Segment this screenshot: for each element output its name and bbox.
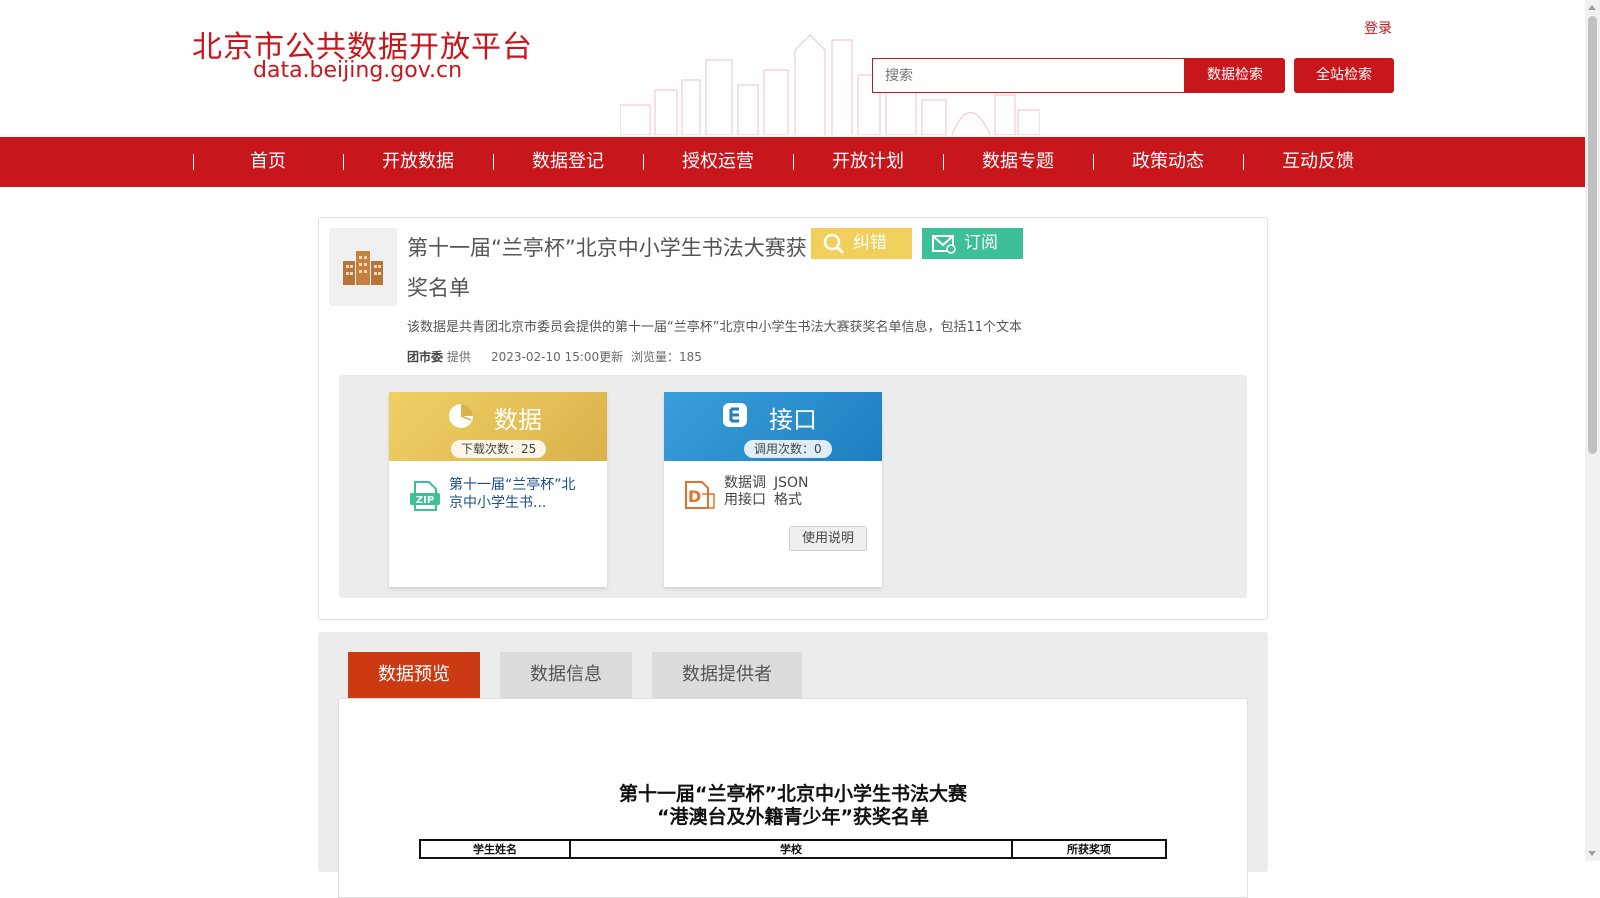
data-file-link[interactable]: 第十一届“兰亭杯”北京中小学生书... xyxy=(449,476,579,512)
subscribe-button[interactable]: 订阅 xyxy=(922,228,1023,259)
nav-item-data-topics[interactable]: 数据专题 xyxy=(943,137,1093,187)
api-format: JSON 格式 xyxy=(774,475,809,509)
mail-icon xyxy=(932,235,956,254)
tab-data-provider[interactable]: 数据提供者 xyxy=(652,652,802,698)
preview-table: 学生姓名 学校 所获奖项 xyxy=(419,839,1167,859)
buildings-icon xyxy=(343,251,383,285)
resources-area: 数据 下载次数：25 ZIP 第十一届“兰亭杯”北京中小学生书... 接口 调用… xyxy=(339,375,1247,598)
provider-suffix: 提供 xyxy=(446,350,471,364)
site-header: 北京市公共数据开放平台 data.beijing.gov.cn 登录 数据检索 … xyxy=(0,0,1585,135)
dataset-updated: 2023-02-10 15:00更新 xyxy=(491,350,624,364)
column-header-award: 所获奖项 xyxy=(1011,839,1167,859)
api-panel-header: 接口 调用次数：0 xyxy=(664,392,882,461)
main-nav: 首页 开放数据 数据登记 授权运营 开放计划 数据专题 政策动态 互动反馈 xyxy=(0,137,1585,187)
api-label: 数据调 用接口 xyxy=(724,475,766,509)
site-logo-domain[interactable]: data.beijing.gov.cn xyxy=(253,58,462,83)
api-call-count-badge: 调用次数：0 xyxy=(744,440,832,458)
api-label-line2: 用接口 xyxy=(724,492,766,508)
column-header-school: 学校 xyxy=(569,839,1013,859)
nav-item-data-registration[interactable]: 数据登记 xyxy=(493,137,643,187)
dataset-title: 第十一届“兰亭杯”北京中小学生书法大赛获奖名单 xyxy=(407,236,807,300)
preview-table-header-row: 学生姓名 学校 所获奖项 xyxy=(419,839,1167,859)
api-doc-icon: D xyxy=(685,481,715,509)
tab-data-preview[interactable]: 数据预览 xyxy=(348,652,480,698)
api-format-line2: 格式 xyxy=(774,492,802,508)
data-download-panel: 数据 下载次数：25 ZIP 第十一届“兰亭杯”北京中小学生书... xyxy=(389,392,607,587)
nav-item-feedback[interactable]: 互动反馈 xyxy=(1243,137,1393,187)
data-panel-header: 数据 下载次数：25 xyxy=(389,392,607,461)
magnifier-icon xyxy=(823,233,845,255)
detail-tabs-area: 数据预览 数据信息 数据提供者 第十一届“兰亭杯”北京中小学生书法大赛 “港澳台… xyxy=(318,632,1268,898)
preview-title-line2: “港澳台及外籍青少年”获奖名单 xyxy=(657,806,929,828)
correction-button[interactable]: 纠错 xyxy=(811,228,912,259)
search-input[interactable] xyxy=(873,59,1184,92)
provider-name[interactable]: 团市委 xyxy=(407,350,443,364)
nav-item-authorized-operation[interactable]: 授权运营 xyxy=(643,137,793,187)
preview-title-line1: 第十一届“兰亭杯”北京中小学生书法大赛 xyxy=(619,783,967,805)
data-panel-title: 数据 xyxy=(494,406,542,434)
page-scrollbar[interactable] xyxy=(1585,0,1600,861)
usage-instructions-button[interactable]: 使用说明 xyxy=(789,526,867,551)
tab-data-info[interactable]: 数据信息 xyxy=(500,652,632,698)
api-label-line1: 数据调 xyxy=(724,475,766,491)
nav-item-open-plan[interactable]: 开放计划 xyxy=(793,137,943,187)
svg-text:ZIP: ZIP xyxy=(416,495,434,506)
column-header-student-name: 学生姓名 xyxy=(419,839,571,859)
nav-item-home[interactable]: 首页 xyxy=(193,137,343,187)
preview-document-title: 第十一届“兰亭杯”北京中小学生书法大赛 “港澳台及外籍青少年”获奖名单 xyxy=(339,783,1247,829)
data-preview-pane: 第十一届“兰亭杯”北京中小学生书法大赛 “港澳台及外籍青少年”获奖名单 学生姓名… xyxy=(338,698,1248,898)
site-search-button[interactable]: 全站检索 xyxy=(1294,58,1394,93)
subscribe-label: 订阅 xyxy=(964,233,998,253)
dataset-description: 该数据是共青团北京市委员会提供的第十一届“兰亭杯”北京中小学生书法大赛获奖名单信… xyxy=(407,320,1023,335)
scrollbar-thumb[interactable] xyxy=(1588,16,1597,454)
dataset-views: 浏览量：185 xyxy=(631,350,702,364)
svg-text:D: D xyxy=(688,487,701,506)
scroll-down-arrow-icon[interactable] xyxy=(1588,851,1596,856)
zip-file-icon[interactable]: ZIP xyxy=(409,480,441,512)
dataset-card: 第十一届“兰亭杯”北京中小学生书法大赛获奖名单 纠错 订阅 该数据是共青团北京市… xyxy=(318,217,1268,620)
api-panel-title: 接口 xyxy=(769,406,817,434)
scroll-up-arrow-icon[interactable] xyxy=(1588,5,1596,10)
correction-label: 纠错 xyxy=(853,233,887,253)
login-link[interactable]: 登录 xyxy=(1364,18,1392,38)
nav-item-open-data[interactable]: 开放数据 xyxy=(343,137,493,187)
dataset-thumbnail xyxy=(329,228,397,306)
search-box xyxy=(872,58,1185,93)
nav-item-policy-news[interactable]: 政策动态 xyxy=(1093,137,1243,187)
api-format-line1: JSON xyxy=(774,475,809,491)
api-panel: 接口 调用次数：0 D 数据调 用接口 JSON 格式 使用说明 xyxy=(664,392,882,587)
data-search-button[interactable]: 数据检索 xyxy=(1185,58,1285,93)
download-count-badge: 下载次数：25 xyxy=(451,440,547,458)
dataset-provider: 团市委 提供 xyxy=(407,348,471,365)
